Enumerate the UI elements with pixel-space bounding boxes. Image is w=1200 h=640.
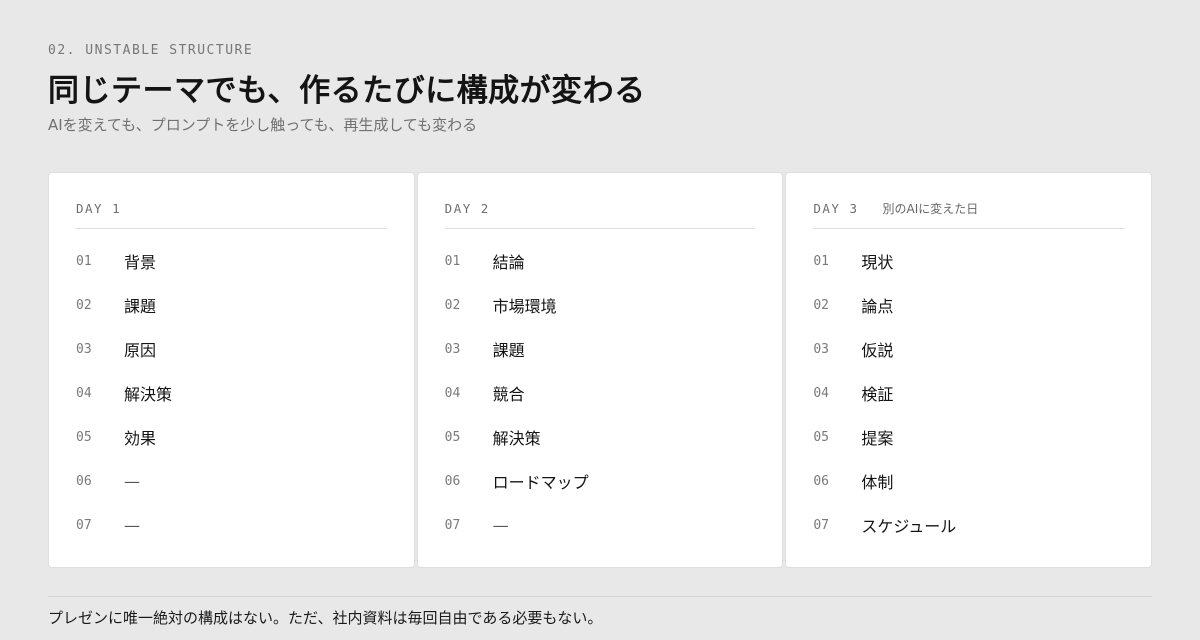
outline-item: 06 ロードマップ: [445, 459, 756, 503]
outline-item: 01 現状: [813, 239, 1124, 283]
item-number: 01: [76, 253, 92, 269]
card-label: DAY 2: [444, 200, 490, 216]
item-text: 解決策: [124, 385, 173, 404]
item-text: —: [492, 515, 509, 535]
outline-item: 02 市場環境: [445, 283, 756, 327]
outline-item: 03 仮説: [813, 327, 1124, 371]
item-number: 06: [813, 473, 829, 489]
footer-divider: [48, 596, 1152, 597]
card-header: DAY 1: [76, 200, 387, 229]
item-text: 課題: [124, 297, 157, 316]
item-text: 検証: [861, 385, 894, 404]
item-text: 競合: [492, 385, 525, 404]
item-number: 05: [76, 429, 92, 445]
item-number: 04: [76, 385, 92, 401]
outline-list: 01 現状 02 論点 03 仮説 04 検証 05 提案 06 体制 07 スケジュール: [813, 239, 1124, 547]
item-text: 解決策: [492, 429, 541, 448]
item-text: 論点: [861, 297, 894, 316]
outline-item: 04 検証: [813, 371, 1124, 415]
page-subtitle: AIを変えても、プロンプトを少し触っても、再生成しても変わる: [48, 116, 478, 134]
item-text: 仮説: [861, 341, 894, 360]
item-number: 04: [444, 385, 461, 401]
item-number: 03: [444, 341, 461, 357]
item-number: 01: [444, 253, 461, 269]
item-number: 07: [813, 517, 829, 533]
item-number: 02: [813, 297, 829, 313]
outline-item: 02 課題: [76, 283, 387, 327]
item-number: 05: [444, 429, 461, 445]
outline-list: 01 背景 02 課題 03 原因 04 解決策 05 効果 06 — 07 —: [76, 239, 387, 547]
item-number: 05: [813, 429, 829, 445]
item-number: 06: [444, 473, 461, 489]
day-cards: DAY 1 01 背景 02 課題 03 原因 04 解決策 05 効果 06— 07— …: [48, 172, 1153, 568]
outline-item: 05 提案: [813, 415, 1124, 459]
item-number: 07: [76, 517, 92, 533]
outline-item: 01 背景: [76, 239, 387, 283]
slide: 02. UNSTABLE STRUCTURE 同じテーマでも、作るたびに構成が変…: [0, 0, 1200, 640]
card-note: 別のAIに変えた日: [882, 201, 979, 216]
item-text: —: [124, 471, 140, 491]
outline-item: 07 —: [76, 503, 387, 547]
card-label: DAY 1: [76, 200, 122, 216]
item-text: 課題: [492, 341, 525, 360]
item-number: 07: [444, 517, 461, 533]
outline-item: 04 競合: [445, 371, 756, 415]
outline-item: 02 論点: [813, 283, 1124, 327]
item-text: 原因: [124, 341, 157, 360]
item-text: —: [124, 515, 140, 535]
outline-item: 05 解決策: [445, 415, 756, 459]
section-eyebrow: 02. UNSTABLE STRUCTURE: [48, 43, 254, 58]
outline-item: 07 スケジュール: [813, 503, 1124, 547]
outline-item: 03 原因: [76, 327, 387, 371]
outline-item: 05 効果: [76, 415, 387, 459]
item-text: 背景: [124, 253, 157, 272]
item-text: 体制: [861, 473, 894, 492]
outline-item: 07 —: [445, 503, 756, 547]
item-text: 提案: [861, 429, 894, 448]
item-text: スケジュール: [861, 517, 957, 536]
item-text: 結論: [492, 253, 525, 272]
item-number: 02: [444, 297, 461, 313]
item-number: 06: [76, 473, 92, 489]
day-card-2: DAY 2 01 結論 02 市場環境 03 課題 04 競合 05 解決策 06 ロードマ…: [416, 172, 784, 568]
item-text: 市場環境: [492, 297, 557, 316]
outline-item: 03 課題: [445, 327, 756, 371]
outline-item: 01 結論: [445, 239, 756, 283]
card-header: DAY 3 別のAIに変えた日: [813, 200, 1125, 229]
outline-item: 04 解決策: [76, 371, 387, 415]
item-text: 現状: [861, 253, 894, 272]
page-title: 同じテーマでも、作るたびに構成が変わる: [48, 73, 646, 109]
footer-message: プレゼンに唯一絶対の構成はない。ただ、社内資料は毎回自由である必要もない。: [48, 609, 603, 627]
day-card-3: DAY 3 別のAIに変えた日 01 現状 02 論点 03 仮説 04 検証 05 提案…: [785, 172, 1153, 568]
outline-item: 06 —: [76, 459, 387, 503]
item-number: 03: [813, 341, 829, 357]
item-text: 効果: [124, 429, 157, 448]
outline-item: 06 体制: [813, 459, 1124, 503]
item-number: 01: [813, 253, 829, 269]
item-number: 02: [76, 297, 92, 313]
item-number: 03: [76, 341, 92, 357]
card-header: DAY 2: [444, 200, 756, 229]
outline-list: 01 結論 02 市場環境 03 課題 04 競合 05 解決策 06 ロードマップ 07 —: [445, 239, 756, 547]
day-card-1: DAY 1 01 背景 02 課題 03 原因 04 解決策 05 効果 06 — 07 —: [48, 172, 415, 568]
card-label: DAY 3: [813, 200, 859, 216]
item-number: 04: [813, 385, 829, 401]
item-text: ロードマップ: [492, 473, 589, 492]
